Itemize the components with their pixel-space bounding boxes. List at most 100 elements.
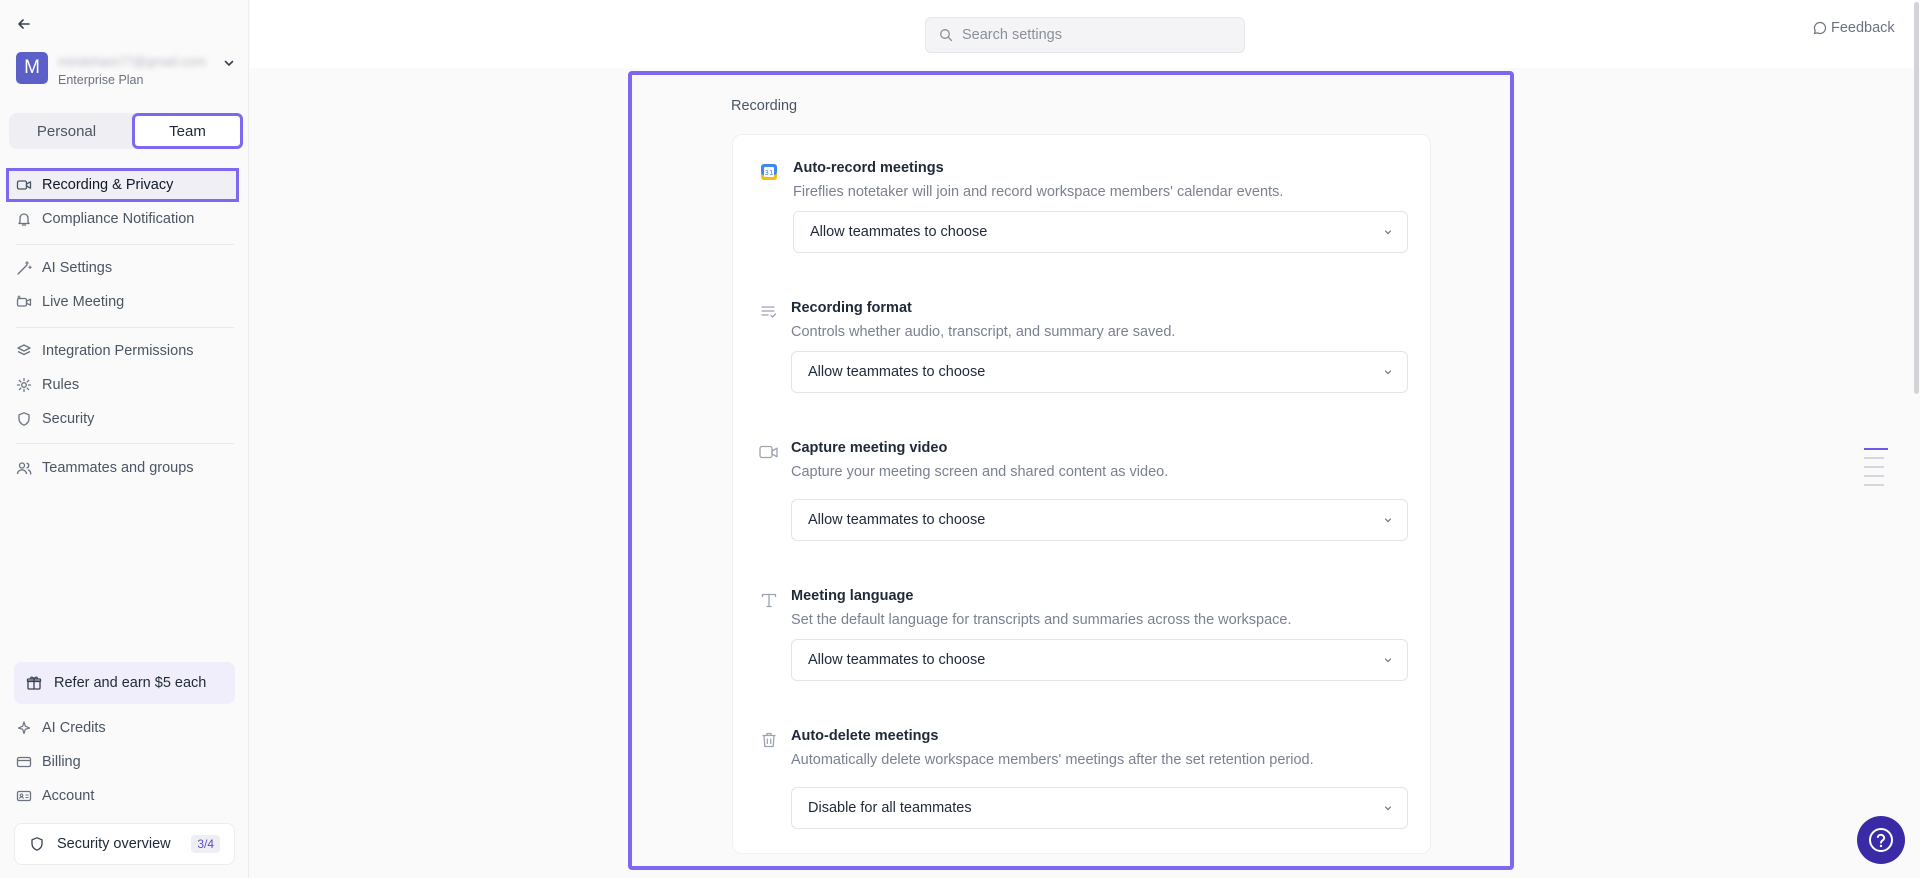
account-plan: Enterprise Plan <box>58 73 144 87</box>
scroll-index-marker[interactable] <box>1864 457 1884 459</box>
scroll-index-marker[interactable] <box>1864 475 1884 477</box>
video-icon <box>759 442 779 462</box>
refer-label: Refer and earn $5 each <box>54 675 207 691</box>
feedback-button[interactable]: Feedback <box>1813 20 1895 36</box>
top-bar: Feedback <box>250 0 1920 68</box>
status-badge: 3/4 <box>191 835 220 853</box>
select-value: Allow teammates to choose <box>810 224 988 240</box>
users-icon <box>16 460 32 476</box>
scroll-index-marker[interactable] <box>1864 448 1888 450</box>
trash-icon <box>759 730 779 750</box>
text-icon <box>759 590 779 610</box>
tab-team[interactable]: Team <box>132 113 243 149</box>
sidebar-item-label: Account <box>42 788 95 804</box>
refer-and-earn-button[interactable]: Refer and earn $5 each <box>14 662 235 704</box>
select-value: Allow teammates to choose <box>808 512 986 528</box>
gift-icon <box>26 675 42 691</box>
account-email: mindshare77@gmail.com <box>58 54 206 68</box>
personal-team-toggle: Personal Team <box>9 113 243 149</box>
avatar: M <box>16 52 48 84</box>
chevron-down-icon <box>1383 803 1393 813</box>
sidebar-item-label: Live Meeting <box>42 294 125 310</box>
security-overview-button[interactable]: Security overview 3/4 <box>14 823 235 865</box>
divider <box>16 327 234 328</box>
id-card-icon <box>16 788 32 804</box>
sidebar-item-label: Teammates and groups <box>42 460 194 476</box>
sidebar-item-label: Billing <box>42 754 81 770</box>
sidebar-item-integration-permissions[interactable]: Integration Permissions <box>9 336 236 366</box>
scroll-index-marker[interactable] <box>1864 466 1884 468</box>
sidebar-item-ai-credits[interactable]: AI Credits <box>9 713 236 743</box>
chevron-down-icon[interactable] <box>222 56 236 70</box>
sidebar-item-label: Compliance Notification <box>42 211 195 227</box>
sidebar-item-compliance-notification[interactable]: Compliance Notification <box>9 204 236 234</box>
recording-settings-card: 31 Auto-record meetings Fireflies noteta… <box>732 134 1431 854</box>
sidebar: M mindshare77@gmail.com Enterprise Plan … <box>0 0 249 878</box>
setting-description: Set the default language for transcripts… <box>791 612 1292 628</box>
help-button[interactable] <box>1857 816 1905 864</box>
sidebar-item-live-meeting[interactable]: Live Meeting <box>9 287 236 317</box>
scroll-index-marker[interactable] <box>1864 484 1884 486</box>
shield-icon <box>29 836 45 852</box>
tab-personal[interactable]: Personal <box>13 117 120 145</box>
video-icon <box>16 177 32 193</box>
search-icon <box>939 28 953 42</box>
section-title: Recording <box>731 98 798 114</box>
sidebar-item-billing[interactable]: Billing <box>9 747 236 777</box>
auto-delete-select[interactable]: Disable for all teammates <box>791 787 1408 829</box>
chevron-down-icon <box>1383 367 1393 377</box>
auto-record-select[interactable]: Allow teammates to choose <box>793 211 1408 253</box>
chevron-down-icon <box>1383 515 1393 525</box>
chevron-down-icon <box>1383 655 1393 665</box>
setting-description: Automatically delete workspace members' … <box>791 752 1314 768</box>
sidebar-item-label: Integration Permissions <box>42 343 194 359</box>
video-plus-icon <box>16 294 32 310</box>
gear-icon <box>16 377 32 393</box>
sidebar-item-label: Rules <box>42 377 80 393</box>
calendar-icon: 31 <box>759 162 779 182</box>
section-scroll-index[interactable] <box>1864 448 1888 488</box>
divider <box>16 244 234 245</box>
sidebar-item-teammates-groups[interactable]: Teammates and groups <box>9 453 236 483</box>
select-value: Disable for all teammates <box>808 800 972 816</box>
credit-card-icon <box>16 754 32 770</box>
setting-description: Capture your meeting screen and shared c… <box>791 464 1169 480</box>
sidebar-item-label: AI Settings <box>42 260 113 276</box>
main-content: Feedback Recording 31 Auto-record meetin… <box>250 0 1920 878</box>
setting-title: Auto-record meetings <box>793 160 944 176</box>
meeting-language-select[interactable]: Allow teammates to choose <box>791 639 1408 681</box>
setting-description: Controls whether audio, transcript, and … <box>791 324 1176 340</box>
divider <box>16 443 234 444</box>
sparkle-icon <box>16 720 32 736</box>
select-value: Allow teammates to choose <box>808 364 986 380</box>
sidebar-item-label: Recording & Privacy <box>42 177 174 193</box>
setting-title: Auto-delete meetings <box>791 728 939 744</box>
setting-title: Meeting language <box>791 588 914 604</box>
question-mark-icon <box>1867 826 1895 854</box>
sidebar-item-ai-settings[interactable]: AI Settings <box>9 253 236 283</box>
chat-bubble-icon <box>1813 21 1827 35</box>
security-overview-label: Security overview <box>57 836 171 852</box>
setting-description: Fireflies notetaker will join and record… <box>793 184 1284 200</box>
scrollbar[interactable] <box>1914 2 1919 394</box>
select-value: Allow teammates to choose <box>808 652 986 668</box>
search-input[interactable] <box>962 27 1232 43</box>
sidebar-item-account[interactable]: Account <box>9 781 236 811</box>
search-box[interactable] <box>925 17 1245 53</box>
sidebar-item-recording-privacy[interactable]: Recording & Privacy <box>6 168 239 202</box>
shield-icon <box>16 411 32 427</box>
setting-title: Recording format <box>791 300 912 316</box>
back-arrow-icon[interactable] <box>14 14 34 34</box>
list-check-icon <box>759 302 779 322</box>
capture-video-select[interactable]: Allow teammates to choose <box>791 499 1408 541</box>
magic-wand-icon <box>16 260 32 276</box>
sidebar-item-rules[interactable]: Rules <box>9 370 236 400</box>
sidebar-item-label: Security <box>42 411 95 427</box>
account-switcher[interactable]: M mindshare77@gmail.com Enterprise Plan <box>16 52 236 88</box>
chevron-down-icon <box>1383 227 1393 237</box>
recording-format-select[interactable]: Allow teammates to choose <box>791 351 1408 393</box>
sidebar-item-security[interactable]: Security <box>9 404 236 434</box>
sidebar-item-label: AI Credits <box>42 720 106 736</box>
feedback-label: Feedback <box>1831 20 1895 36</box>
setting-title: Capture meeting video <box>791 440 948 456</box>
